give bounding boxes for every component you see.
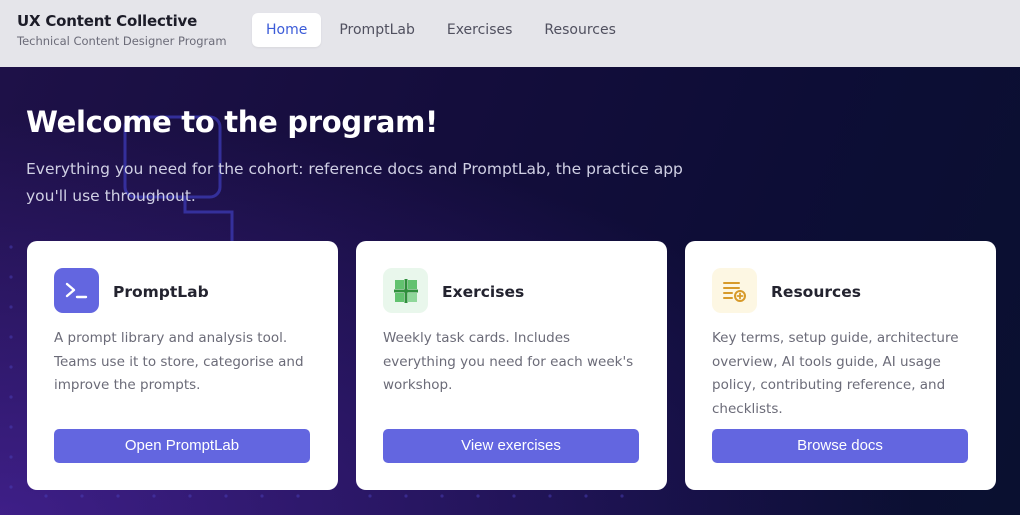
card-exercises: Exercises Weekly task cards. Includes ev… <box>356 241 667 490</box>
hero-section: Welcome to the program! Everything you n… <box>0 67 1020 515</box>
card-promptlab: PromptLab A prompt library and analysis … <box>27 241 338 490</box>
card-description: Key terms, setup guide, architecture ove… <box>712 330 959 417</box>
terminal-icon <box>54 268 99 313</box>
nav-exercises[interactable]: Exercises <box>433 13 527 47</box>
card-description: Weekly task cards. Includes everything y… <box>383 330 634 393</box>
nav-promptlab[interactable]: PromptLab <box>325 13 429 47</box>
main-nav: Home PromptLab Exercises Resources <box>252 13 634 47</box>
view-exercises-button[interactable]: View exercises <box>383 429 639 463</box>
hero-description: Everything you need for the cohort: refe… <box>26 160 683 205</box>
open-promptlab-button[interactable]: Open PromptLab <box>54 429 310 463</box>
nav-home[interactable]: Home <box>252 13 322 47</box>
nav-resources[interactable]: Resources <box>530 13 630 47</box>
card-resources: Resources Key terms, setup guide, archit… <box>685 241 996 490</box>
browse-docs-button[interactable]: Browse docs <box>712 429 968 463</box>
card-title: PromptLab <box>113 283 209 301</box>
card-title: Exercises <box>442 283 525 301</box>
brand-subtitle: Technical Content Designer Program <box>17 34 227 48</box>
card-title: Resources <box>771 283 861 301</box>
card-description: A prompt library and analysis tool. Team… <box>54 330 304 393</box>
hero-title: Welcome to the program! <box>26 105 438 139</box>
brand: UX Content Collective Technical Content … <box>17 12 227 48</box>
document-list-icon <box>712 268 757 313</box>
brand-title: UX Content Collective <box>17 12 198 30</box>
plus-grid-icon <box>383 268 428 313</box>
top-header: UX Content Collective Technical Content … <box>0 0 1020 67</box>
